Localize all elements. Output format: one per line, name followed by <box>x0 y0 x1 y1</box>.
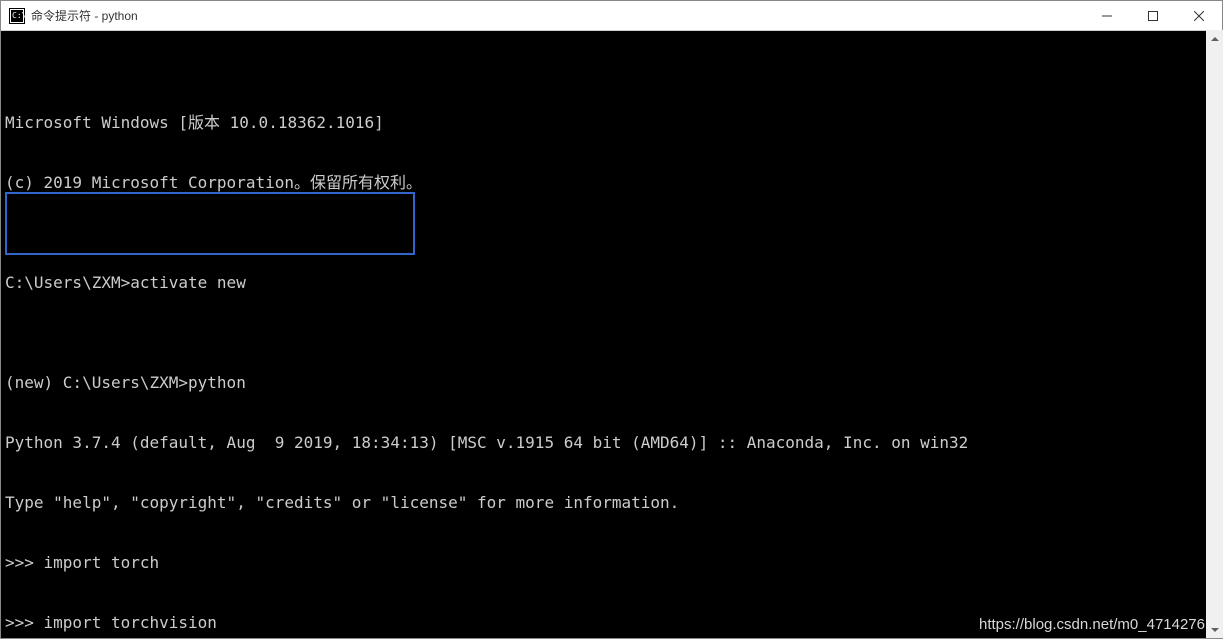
window-controls <box>1084 1 1222 30</box>
minimize-button[interactable] <box>1084 1 1130 30</box>
command-prompt-window: C:\ 命令提示符 - python Microsoft Windows [版本… <box>0 0 1223 639</box>
terminal-line: >>> import torch <box>5 553 1218 573</box>
close-button[interactable] <box>1176 1 1222 30</box>
titlebar[interactable]: C:\ 命令提示符 - python <box>1 1 1222 31</box>
scroll-down-icon[interactable] <box>1206 621 1223 638</box>
terminal-line: C:\Users\ZXM>activate new <box>5 273 1218 293</box>
scroll-up-icon[interactable] <box>1206 30 1223 47</box>
watermark: https://blog.csdn.net/m0_4714276 <box>979 616 1205 633</box>
terminal-line: Microsoft Windows [版本 10.0.18362.1016] <box>5 113 1218 133</box>
window-title: 命令提示符 - python <box>31 7 1084 24</box>
maximize-button[interactable] <box>1130 1 1176 30</box>
terminal-line: Type "help", "copyright", "credits" or "… <box>5 493 1218 513</box>
terminal[interactable]: Microsoft Windows [版本 10.0.18362.1016] (… <box>1 31 1222 638</box>
terminal-line: Python 3.7.4 (default, Aug 9 2019, 18:34… <box>5 433 1218 453</box>
cmd-icon: C:\ <box>9 8 25 24</box>
terminal-output: Microsoft Windows [版本 10.0.18362.1016] (… <box>5 73 1218 638</box>
scrollbar[interactable] <box>1206 30 1223 638</box>
svg-text:C:\: C:\ <box>12 11 25 20</box>
terminal-line: (c) 2019 Microsoft Corporation。保留所有权利。 <box>5 173 1218 193</box>
terminal-line: (new) C:\Users\ZXM>python <box>5 373 1218 393</box>
